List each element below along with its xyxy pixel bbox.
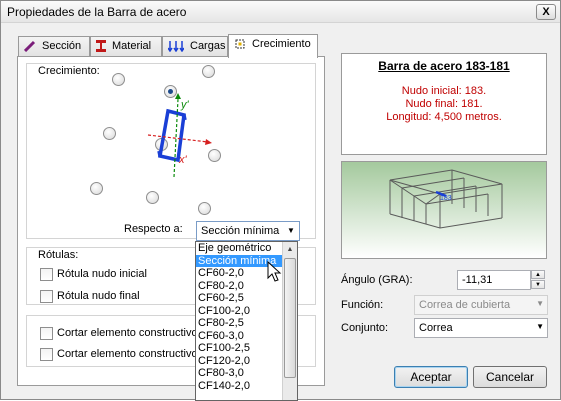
- tab-seccion-label: Sección: [42, 40, 82, 52]
- c-profile-shape: [157, 108, 186, 163]
- tab-seccion[interactable]: Sección: [18, 36, 90, 57]
- nudo-inicial-text: Nudo inicial: 183.: [401, 85, 487, 97]
- respecto-value: Sección mínima: [201, 225, 280, 237]
- growth-radio-bottom-left[interactable]: [90, 182, 103, 195]
- funcion-select: Correa de cubierta ▼: [414, 295, 548, 315]
- rotula-final-label: Rótula nudo final: [57, 290, 140, 302]
- cancel-button[interactable]: Cancelar: [473, 366, 547, 388]
- mouse-cursor-icon: [267, 261, 282, 282]
- bar-info-panel: Barra de acero 183-181 Nudo inicial: 183…: [341, 53, 547, 155]
- tab-cargas-label: Cargas: [190, 40, 226, 52]
- y-axis-label: y': [181, 99, 189, 111]
- angulo-down-icon[interactable]: ▼: [531, 280, 545, 289]
- respecto-label: Respecto a:: [124, 223, 183, 235]
- funcion-label: Función:: [341, 299, 384, 311]
- accept-button[interactable]: Aceptar: [394, 366, 468, 388]
- angulo-input[interactable]: -11,31: [457, 270, 531, 290]
- c-profile-lip-top: [182, 114, 187, 121]
- tab-material[interactable]: Material: [90, 36, 162, 57]
- growth-radio-top-left[interactable]: [112, 73, 125, 86]
- dialog-window: Propiedades de la Barra de acero X Secci…: [0, 0, 561, 401]
- window-title: Propiedades de la Barra de acero: [7, 5, 187, 19]
- funcion-value: Correa de cubierta: [419, 299, 511, 311]
- i-beam-icon: [96, 40, 106, 53]
- x-axis-label: x': [179, 154, 187, 166]
- x-axis-line: [147, 134, 209, 143]
- funcion-chevron-down-icon: ▼: [536, 299, 544, 308]
- chevron-down-icon[interactable]: ▼: [283, 222, 299, 240]
- cortar-1-checkbox[interactable]: [40, 327, 53, 340]
- close-button[interactable]: X: [536, 4, 556, 20]
- angulo-up-icon[interactable]: ▲: [531, 270, 545, 279]
- pencil-icon: [24, 41, 36, 53]
- growth-radio-bottom-right[interactable]: [198, 202, 211, 215]
- respecto-select[interactable]: Sección mínima ▼: [196, 221, 300, 241]
- title-bar: Propiedades de la Barra de acero X: [1, 1, 560, 23]
- cortar-2-checkbox[interactable]: [40, 348, 53, 361]
- nudo-final-text: Nudo final: 181.: [405, 98, 483, 110]
- rotula-inicial-label: Rótula nudo inicial: [57, 268, 147, 280]
- x-axis-arrow: [205, 139, 212, 145]
- growth-radio-top-right[interactable]: [202, 65, 215, 78]
- tab-cargas[interactable]: Cargas: [162, 36, 228, 57]
- cortar-1-label: Cortar elemento constructivo e: [57, 327, 207, 339]
- cortar-2-label: Cortar elemento constructivo e: [57, 348, 207, 360]
- structure-3d-view: 183: [389, 169, 503, 229]
- growth-radio-middle-left[interactable]: [103, 127, 116, 140]
- growth-icon: [235, 39, 245, 49]
- structure-preview: 183: [341, 161, 547, 259]
- bar-heading: Barra de acero 183-181: [378, 59, 510, 73]
- angulo-label: Ángulo (GRA):: [341, 274, 413, 286]
- conjunto-select[interactable]: Correa ▼: [414, 318, 548, 338]
- rotulas-label: Rótulas:: [38, 249, 79, 261]
- angulo-value: -11,31: [462, 274, 493, 286]
- c-profile-lip-bottom: [157, 150, 162, 157]
- tab-material-label: Material: [112, 40, 152, 52]
- tab-crecimiento[interactable]: Crecimiento: [228, 34, 318, 58]
- conjunto-label: Conjunto:: [341, 322, 389, 334]
- loads-icon: [168, 41, 184, 53]
- crecimiento-label: Crecimiento:: [38, 65, 100, 77]
- longitud-text: Longitud: 4,500 metros.: [386, 111, 502, 123]
- rotula-inicial-checkbox[interactable]: [40, 268, 53, 281]
- scroll-up-icon[interactable]: ▲: [283, 242, 297, 257]
- scroll-thumb[interactable]: [284, 258, 296, 378]
- conjunto-value: Correa: [419, 322, 453, 334]
- close-icon: X: [542, 6, 550, 18]
- rotula-final-checkbox[interactable]: [40, 290, 53, 303]
- conjunto-chevron-down-icon[interactable]: ▼: [536, 322, 544, 331]
- dropdown-scrollbar[interactable]: ▲: [282, 242, 297, 400]
- tab-crecimiento-label: Crecimiento: [252, 38, 311, 50]
- preview-node-label: 183: [440, 195, 452, 202]
